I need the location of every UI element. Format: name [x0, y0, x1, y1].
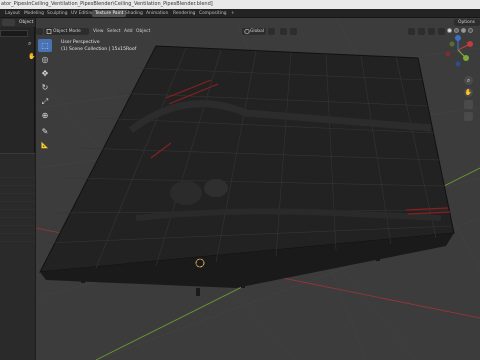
- pan-icon[interactable]: ✋: [464, 88, 473, 97]
- neg-y-axis-icon[interactable]: [449, 41, 455, 47]
- add-workspace-button[interactable]: +: [228, 10, 238, 17]
- neg-x-axis-icon[interactable]: [445, 51, 451, 57]
- y-axis-icon[interactable]: [463, 55, 469, 61]
- tab-sculpting[interactable]: Sculpting: [44, 10, 71, 17]
- neg-z-axis-icon[interactable]: [455, 61, 461, 67]
- mode-dropdown[interactable]: Object Mode: [44, 28, 89, 35]
- gizmo-toggle-icon[interactable]: [418, 28, 425, 35]
- window-title-bar: ator_PipesInCeiling_Ventilation_PipesBle…: [0, 0, 480, 9]
- annotate-tool[interactable]: ✎: [38, 125, 52, 138]
- tab-rendering[interactable]: Rendering: [170, 10, 198, 17]
- view-menu[interactable]: View: [93, 28, 103, 35]
- view-name: User Perspective: [61, 40, 100, 45]
- tab-animation[interactable]: Animation: [143, 10, 171, 17]
- viewport-canvas[interactable]: [36, 18, 480, 360]
- select-box-tool[interactable]: ⬚: [38, 39, 52, 52]
- visibility-icon[interactable]: [408, 28, 415, 35]
- object-menu[interactable]: Object: [136, 28, 150, 35]
- 3d-viewport[interactable]: Object Mode View Select Add Object Globa…: [36, 18, 480, 360]
- object-mode-icon: [46, 29, 52, 34]
- transform-tool[interactable]: ⊕: [38, 109, 52, 122]
- proportional-edit-icon[interactable]: [290, 28, 297, 35]
- hand-icon[interactable]: ✋: [28, 53, 35, 60]
- transform-orientation-dropdown[interactable]: Global: [242, 28, 266, 35]
- workspace-bar: Layout Modeling Sculpting UV Editing Tex…: [0, 9, 480, 26]
- scale-tool[interactable]: ⤢: [38, 95, 52, 108]
- search-icon[interactable]: ⌕: [28, 40, 31, 48]
- snap-icon[interactable]: [280, 28, 287, 35]
- move-tool[interactable]: ✥: [38, 67, 52, 80]
- measure-tool[interactable]: 📐: [38, 139, 52, 152]
- window-title: ator_PipesInCeiling_Ventilation_PipesBle…: [1, 1, 213, 7]
- viewport-header: Object Mode View Select Add Object Globa…: [36, 18, 480, 36]
- editor-type-button[interactable]: [2, 19, 15, 26]
- select-menu[interactable]: Select: [107, 28, 121, 35]
- add-menu[interactable]: Add: [124, 28, 133, 35]
- camera-view-icon[interactable]: [464, 100, 473, 109]
- zoom-icon[interactable]: ⌕: [464, 76, 473, 85]
- editor-type-icon[interactable]: [36, 28, 43, 35]
- tab-compositing[interactable]: Compositing: [196, 10, 230, 17]
- viewport-info: User Perspective (1) Scene Collection | …: [61, 39, 136, 53]
- x-axis-icon[interactable]: [467, 41, 473, 47]
- tab-layout[interactable]: Layout: [2, 10, 23, 17]
- list-rows: [0, 170, 35, 245]
- mode-label: Object Mode: [53, 29, 81, 34]
- pivot-icon[interactable]: [268, 28, 275, 35]
- object-menu[interactable]: Object: [17, 19, 35, 26]
- vent-fan: [170, 181, 202, 205]
- vent-fan: [204, 179, 228, 197]
- cursor-tool[interactable]: ◎: [38, 53, 52, 66]
- tool-shelf: ⬚ ◎ ✥ ↻ ⤢ ⊕ ✎ 📐: [38, 39, 52, 163]
- search-input[interactable]: [0, 30, 28, 37]
- perspective-toggle-icon[interactable]: [464, 112, 473, 121]
- z-axis-icon[interactable]: [455, 35, 461, 41]
- left-panel: Object ⌕ ✋: [0, 18, 35, 360]
- ceiling-object[interactable]: [39, 45, 455, 273]
- rotate-tool[interactable]: ↻: [38, 81, 52, 94]
- left-panel-header: Object: [0, 18, 35, 27]
- collection-info: (1) Scene Collection | 15x15Roof: [61, 47, 137, 52]
- navigation-gizmo[interactable]: [434, 20, 480, 84]
- orientation-label: Global: [250, 29, 265, 34]
